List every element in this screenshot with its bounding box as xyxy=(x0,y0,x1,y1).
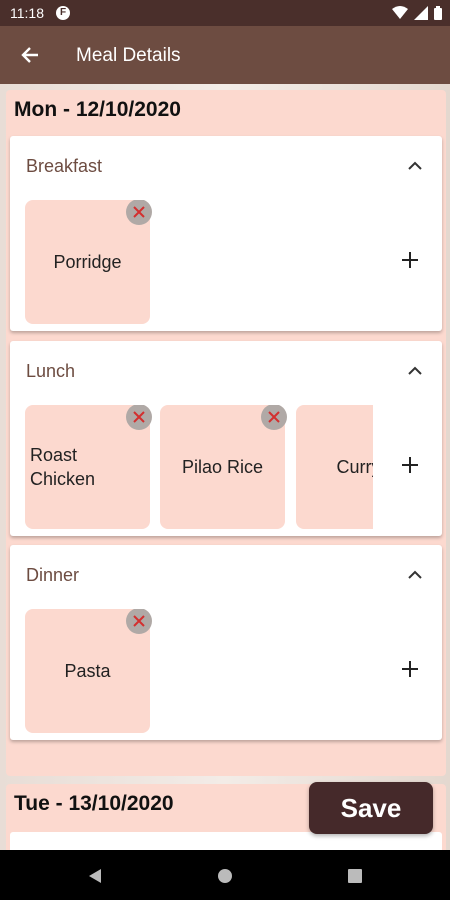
close-icon xyxy=(268,411,280,423)
nav-back-button[interactable] xyxy=(85,866,105,886)
remove-item-button[interactable] xyxy=(126,609,152,634)
remove-item-button[interactable] xyxy=(126,200,152,225)
wifi-icon xyxy=(392,6,408,19)
collapse-button[interactable] xyxy=(404,154,426,176)
collapse-button[interactable] xyxy=(404,563,426,585)
food-items-row: Roast Chicken Pilao Rice Curry xyxy=(25,405,373,531)
food-items-row: Pasta xyxy=(25,609,373,735)
circle-home-icon xyxy=(218,869,232,883)
day-card-mon: Mon - 12/10/2020 Breakfast Porridge Lunc… xyxy=(6,90,446,776)
battery-icon xyxy=(434,6,442,20)
page-title: Meal Details xyxy=(76,45,181,66)
app-bar: Meal Details xyxy=(0,26,450,84)
plus-icon xyxy=(402,457,418,473)
meal-title: Lunch xyxy=(26,361,76,381)
plus-icon xyxy=(402,252,418,268)
system-nav-bar xyxy=(0,850,450,900)
food-item[interactable]: Roast Chicken xyxy=(25,405,152,529)
food-item[interactable]: Porridge xyxy=(25,200,152,324)
food-item-label: Roast Chicken xyxy=(30,445,96,489)
square-recents-icon xyxy=(348,869,362,883)
status-icons xyxy=(392,5,442,21)
close-icon xyxy=(133,206,145,218)
day-name: Tue xyxy=(14,792,50,815)
food-item-label: Curry xyxy=(336,457,374,477)
chevron-up-icon xyxy=(408,161,422,170)
app-notification-icon: F xyxy=(56,6,70,20)
meal-title: Breakfast xyxy=(26,156,103,176)
arrow-left-icon xyxy=(21,47,38,63)
day-date: 13/10/2020 xyxy=(68,792,174,815)
food-item-label: Pasta xyxy=(64,661,111,681)
nav-recents-button[interactable] xyxy=(345,866,365,886)
meal-card-dinner: Dinner Pasta xyxy=(10,545,442,740)
close-icon xyxy=(133,411,145,423)
meal-title: Dinner xyxy=(26,565,80,585)
back-button[interactable] xyxy=(14,39,46,71)
food-item[interactable]: Pasta xyxy=(25,609,152,733)
food-item-label: Porridge xyxy=(53,252,122,272)
remove-item-button[interactable] xyxy=(261,405,287,430)
plus-icon xyxy=(402,661,418,677)
day-separator: - xyxy=(49,792,69,815)
save-button[interactable]: Save xyxy=(309,782,433,834)
food-item[interactable]: Pilao Rice xyxy=(160,405,287,529)
day-separator: - xyxy=(57,98,76,121)
food-item-label: Pilao Rice xyxy=(181,457,264,477)
add-item-button[interactable] xyxy=(398,248,422,272)
nav-home-button[interactable] xyxy=(215,866,235,886)
close-icon xyxy=(133,615,145,627)
collapse-button[interactable] xyxy=(404,359,426,381)
food-items-row: Porridge xyxy=(25,200,373,326)
day-header: Mon - 12/10/2020 xyxy=(14,98,181,122)
remove-item-button[interactable] xyxy=(126,405,152,430)
day-name: Mon xyxy=(14,98,58,121)
status-time: 11:18 xyxy=(10,5,44,21)
add-item-button[interactable] xyxy=(398,657,422,681)
meal-card-lunch: Lunch Roast Chicken Pilao Rice Curry xyxy=(10,341,442,536)
signal-icon xyxy=(414,6,428,20)
status-bar: 11:18 F xyxy=(0,0,450,26)
food-item[interactable]: Curry xyxy=(296,405,373,529)
meal-card-breakfast: Breakfast Porridge xyxy=(10,136,442,331)
day-header: Tue - 13/10/2020 xyxy=(14,792,174,816)
day-date: 12/10/2020 xyxy=(75,98,181,121)
chevron-up-icon xyxy=(408,366,422,375)
chevron-up-icon xyxy=(408,570,422,579)
triangle-back-icon xyxy=(89,869,101,883)
add-item-button[interactable] xyxy=(398,453,422,477)
